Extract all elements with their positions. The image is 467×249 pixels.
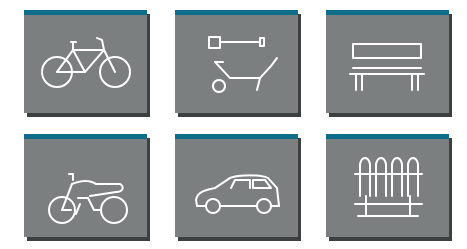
tile-bicycle[interactable]	[24, 10, 147, 113]
tile-motorcycle[interactable]	[24, 134, 147, 237]
icon-grid	[0, 0, 467, 249]
car-icon	[195, 174, 280, 214]
bicycle-icon	[41, 37, 131, 88]
tile-car[interactable]	[175, 134, 298, 237]
tile-bench[interactable]	[326, 10, 449, 113]
fence-icon	[354, 157, 423, 217]
tile-fence[interactable]	[326, 134, 449, 237]
motorcycle-icon	[48, 173, 128, 224]
tile-wheelbarrow-shovel[interactable]	[175, 10, 298, 113]
wheelbarrow-shovel-icon	[208, 36, 278, 93]
bench-icon	[349, 43, 425, 91]
